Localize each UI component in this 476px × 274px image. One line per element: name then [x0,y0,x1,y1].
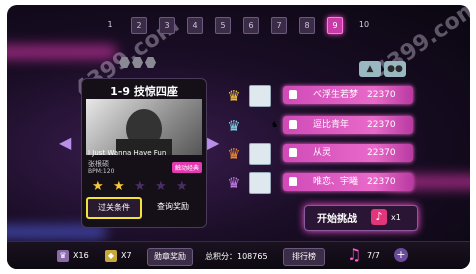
medal-reward-button[interactable]: 勋章奖励 [147,248,193,266]
prev-arrow-icon[interactable]: ◀ [59,133,71,152]
player-avatar [249,172,271,194]
player-score: 22370 [367,177,396,187]
query-reward-button[interactable]: 查询奖励 [146,199,200,215]
start-count: x1 [391,213,401,222]
tab-3[interactable]: 3 [159,17,175,34]
start-challenge-button[interactable]: 开始挑战 ♪ x1 [304,205,418,231]
users-icon: ●● [387,64,403,74]
rank-row: ♛ べ浮生若梦 22370 [225,85,415,107]
player-icon [289,148,297,157]
tab-9[interactable]: 9 [327,17,343,34]
tab-1[interactable]: 1 [103,17,117,32]
page-indicator: 7/7 [367,251,380,260]
tab-10[interactable]: 10 [355,17,373,32]
clear-condition-button[interactable]: 过关条件 [86,197,142,219]
star-empty-icon: ★ [176,179,188,194]
player-name: 逗比青年 [313,120,350,130]
start-challenge-label: 开始挑战 [317,214,357,225]
song-cover-image [86,99,202,155]
crown-orange-icon: ♛ [227,145,241,163]
up-arrow-icon: ▲ [366,64,374,74]
level-title: 1-9 技惊四座 [110,85,178,98]
level-card: 1-9 技惊四座 I Just Wanna Have Fun 张根硕 BPM:1… [81,78,207,228]
rank-bar[interactable]: 唯恋、宇曦 22370 [283,173,413,191]
rank-bar[interactable]: 逗比青年 22370 [283,116,413,134]
crown-silver-icon: ♛ [227,117,241,135]
stage-light [7,45,117,59]
player-avatar [249,143,271,165]
player-icon [289,90,297,99]
star-filled-icon: ★ [113,179,125,194]
player-name: 从灵 [313,148,332,158]
tab-4[interactable]: 4 [187,17,203,34]
player-score: 22370 [367,120,396,130]
player-icon [289,120,297,129]
shield-item-count: X7 [121,251,132,260]
song-title: I Just Wanna Have Fun [88,149,167,157]
player-icon [289,177,297,186]
star-empty-icon: ★ [155,179,167,194]
player-score: 22370 [367,90,396,100]
crown-gold-icon: ♛ [227,87,241,105]
game-screen: 4399.com 4399.com 1 2 3 4 5 6 7 8 9 10 ◀… [7,5,470,269]
music-note-icon: ♪ [371,209,387,225]
tab-7[interactable]: 7 [271,17,287,34]
cover-silhouette [116,109,172,155]
tab-6[interactable]: 6 [243,17,259,34]
star-filled-icon: ★ [92,179,104,194]
shield-item-icon: ◆ [105,250,117,262]
player-avatar: ♞ [271,120,279,129]
player-name: べ浮生若梦 [313,90,359,100]
game-frame: 4399.com 4399.com 1 2 3 4 5 6 7 8 9 10 ◀… [0,0,476,274]
tab-5[interactable]: 5 [215,17,231,34]
rank-row: ♛ 唯恋、宇曦 22370 [225,172,415,194]
crown-item-count: X16 [73,251,89,260]
bottom-bar: ♛ X16 ◆ X7 勋章奖励 总积分：108765 排行榜 ♫ 7/7 + [7,241,470,269]
tab-2[interactable]: 2 [131,17,147,34]
leaderboard-button[interactable]: 排行榜 [283,248,325,266]
star-rating: ★ ★ ★ ★ ★ [92,180,200,194]
crown-purple-icon: ♛ [227,174,241,192]
rank-bar[interactable]: べ浮生若梦 22370 [283,86,413,104]
rank-row: ♛ ♞ 逗比青年 22370 [225,115,415,137]
player-name: 唯恋、宇曦 [313,177,359,187]
rank-bar[interactable]: 从灵 22370 [283,144,413,162]
music-note-icon: ♫ [347,245,362,264]
next-arrow-icon[interactable]: ▶ [207,133,219,152]
star-empty-icon: ★ [134,179,146,194]
player-score: 22370 [367,148,396,158]
crown-item-icon: ♛ [57,250,69,262]
player-avatar [249,85,271,107]
add-icon[interactable]: + [394,248,408,262]
category-badge: 触动经典 [171,162,202,173]
tab-8[interactable]: 8 [299,17,315,34]
friends-button[interactable]: ●● [384,61,406,77]
total-score: 总积分：108765 [205,252,268,261]
song-bpm: BPM:120 [88,168,115,175]
upload-button[interactable]: ▲ [359,61,381,77]
rank-row: ♛ 从灵 22370 [225,143,415,165]
